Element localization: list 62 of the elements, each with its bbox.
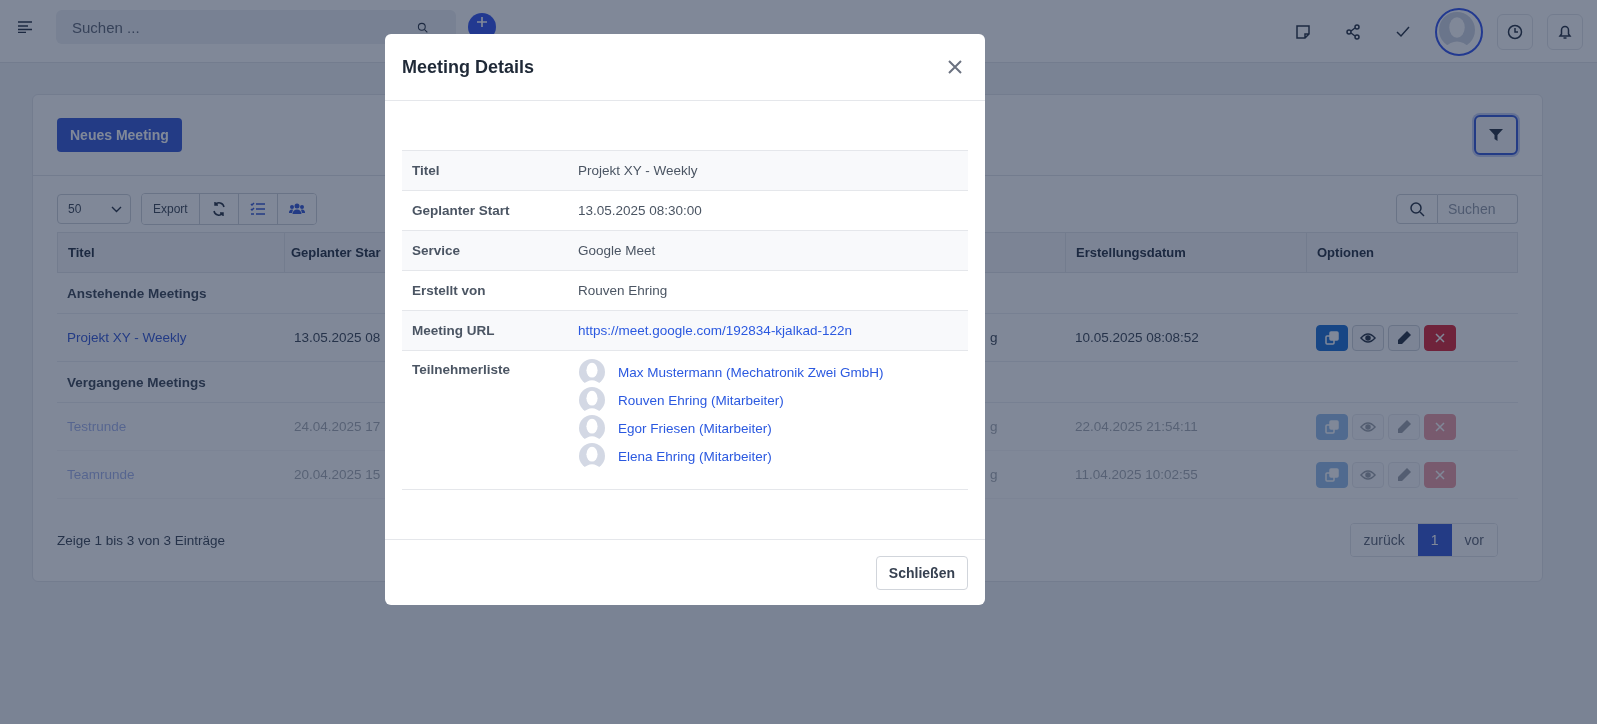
participant-link[interactable]: Elena Ehring (Mitarbeiter) xyxy=(618,448,772,464)
detail-label: Geplanter Start xyxy=(411,203,511,218)
filter-icon xyxy=(1488,127,1504,143)
copy-button[interactable] xyxy=(1316,324,1348,351)
avatar-icon xyxy=(578,443,606,469)
participant-link[interactable]: Max Mustermann (Mechatronik Zwei GmbH) xyxy=(618,364,884,380)
edit-button[interactable] xyxy=(1388,324,1420,351)
menu-icon[interactable] xyxy=(18,21,32,33)
close-dialog-button[interactable]: Schließen xyxy=(875,555,968,590)
export-button[interactable]: Export xyxy=(142,194,200,224)
detail-value: 13.05.2025 08:30:00 xyxy=(578,203,703,218)
view-button[interactable] xyxy=(1352,324,1384,351)
close-icon xyxy=(947,59,963,75)
detail-label: Titel xyxy=(411,163,441,178)
group-label: Vergangene Meetings xyxy=(67,374,206,390)
notification-button[interactable] xyxy=(1547,14,1583,50)
avatar-icon xyxy=(578,387,606,413)
avatar-icon xyxy=(578,359,606,385)
table-cell: 13.05.2025 08 xyxy=(294,330,381,345)
clock-button[interactable] xyxy=(1497,14,1533,50)
detail-label: Meeting URL xyxy=(411,323,496,338)
filter-button[interactable] xyxy=(1474,115,1518,155)
caret-icon xyxy=(111,205,122,213)
table-cell-text: 10.05.2025 08:08:52 xyxy=(1074,330,1200,345)
table-cell: g xyxy=(990,330,998,345)
profile-avatar[interactable] xyxy=(1435,8,1483,56)
avatar-icon xyxy=(578,415,606,441)
detail-label: Erstellt von xyxy=(411,283,487,298)
copy-icon xyxy=(1324,329,1340,346)
clock-icon xyxy=(1507,24,1523,40)
note-drawing xyxy=(1295,24,1311,40)
detail-label: Service xyxy=(411,243,462,258)
users-icon xyxy=(288,201,305,217)
refresh-icon xyxy=(210,201,227,217)
search-button[interactable] xyxy=(1396,194,1438,224)
pencil-icon xyxy=(1396,329,1412,346)
check-drawing xyxy=(1395,24,1411,40)
participant-link[interactable]: Rouven Ehring (Mitarbeiter) xyxy=(618,392,784,408)
participant-link[interactable]: Egor Friesen (Mitarbeiter) xyxy=(618,420,772,436)
page-size-select[interactable]: 50 xyxy=(57,194,131,224)
detail-value: Projekt XY - Weekly xyxy=(578,163,699,178)
new-meeting-button[interactable]: Neues Meeting xyxy=(57,118,182,152)
search-icon xyxy=(1409,201,1425,217)
column-header: Titel xyxy=(58,233,285,272)
search-field[interactable]: Suchen ... xyxy=(56,10,456,44)
meeting-title-link[interactable]: Projekt XY - Weekly xyxy=(67,330,187,345)
meeting-url-link[interactable]: https://meet.google.com/192834-kjalkad-122n xyxy=(578,323,852,338)
avatar-icon xyxy=(1439,12,1475,48)
pagination-button[interactable]: 1 xyxy=(1417,524,1452,556)
plus-icon xyxy=(477,17,487,27)
share-drawing xyxy=(1345,24,1361,40)
group-label: Anstehende Meetings xyxy=(67,285,207,301)
dialog-title: Meeting Details xyxy=(402,56,535,78)
bell-icon xyxy=(1557,24,1573,40)
checklist-icon xyxy=(249,201,266,217)
entries-info: Zeige 1 bis 3 von 3 Einträge xyxy=(57,532,226,548)
column-header: Erstellungsdatum xyxy=(1066,233,1307,272)
column-header: Optionen xyxy=(1316,244,1376,262)
detail-value: Rouven Ehring xyxy=(578,283,669,298)
search-icon xyxy=(417,21,428,33)
delete-button[interactable] xyxy=(1424,324,1456,351)
detail-label: Teilnehmerliste xyxy=(411,361,512,377)
